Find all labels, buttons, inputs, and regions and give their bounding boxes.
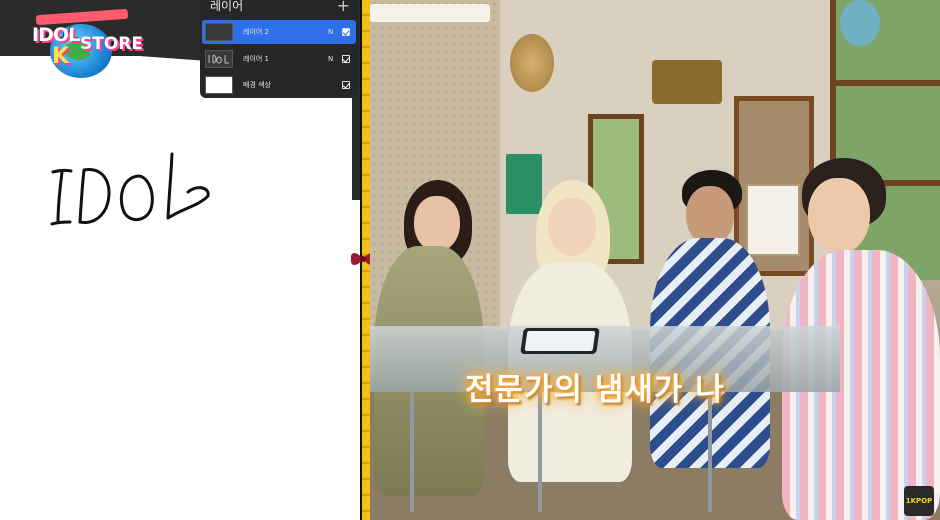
layer-row-layer-1[interactable]: 레이어 1 N	[202, 47, 356, 71]
tablet-device	[520, 328, 600, 354]
person-head	[808, 178, 870, 254]
wall-shelf	[652, 60, 722, 104]
layer-thumbnail	[205, 50, 233, 68]
wall-poster	[506, 154, 542, 214]
drawing-canvas[interactable]: IDOL K STORE 레이어 + 레이어 2 N 레이어 1 N 배경 색상	[0, 0, 360, 520]
checkbox-icon[interactable]	[342, 81, 350, 89]
logo-ribbon	[35, 8, 129, 26]
layer-name: 레이어 2	[243, 28, 269, 36]
logo-text-k: K	[52, 44, 70, 69]
video-frame: 전문가의 냄새가 나 1KPOP	[370, 0, 940, 520]
handwritten-idol-sketch	[50, 152, 210, 226]
subtitle-caption: 전문가의 냄새가 나	[465, 372, 725, 408]
table-leg	[708, 392, 712, 512]
logo-text-store: STORE	[80, 34, 143, 54]
layer-thumbnail-sketch	[208, 54, 229, 64]
table-leg	[538, 392, 542, 512]
layers-panel: 레이어 + 레이어 2 N 레이어 1 N 배경 색상	[200, 0, 358, 98]
hanging-lantern	[840, 0, 880, 46]
layer-thumbnail	[205, 76, 233, 94]
layer-row-background-color[interactable]: 배경 색상	[202, 73, 356, 97]
person-head	[414, 196, 460, 252]
layer-name: 배경 색상	[243, 81, 271, 89]
idol-k-store-logo: IDOL K STORE	[30, 6, 143, 82]
bottle-poster	[746, 184, 800, 256]
checkbox-icon[interactable]	[342, 55, 350, 63]
wall-hat	[510, 34, 554, 92]
layer-thumbnail	[205, 23, 233, 41]
checkbox-icon[interactable]	[342, 28, 350, 36]
person-head	[548, 198, 596, 256]
ceiling-light	[370, 4, 490, 22]
window-bar	[836, 80, 940, 86]
layer-row-layer-2[interactable]: 레이어 2 N	[202, 20, 356, 44]
channel-watermark: 1KPOP	[904, 486, 934, 516]
watermark-text: 1KPOP	[905, 497, 933, 505]
plus-icon[interactable]: +	[337, 0, 350, 15]
table-leg	[410, 392, 414, 512]
layers-panel-title: 레이어	[210, 0, 244, 13]
layer-name: 레이어 1	[243, 55, 269, 63]
person-head	[686, 186, 734, 246]
layer-blend-mode[interactable]: N	[328, 55, 342, 63]
logo-text-idol: IDOL	[32, 24, 80, 46]
layer-blend-mode[interactable]: N	[328, 28, 342, 36]
